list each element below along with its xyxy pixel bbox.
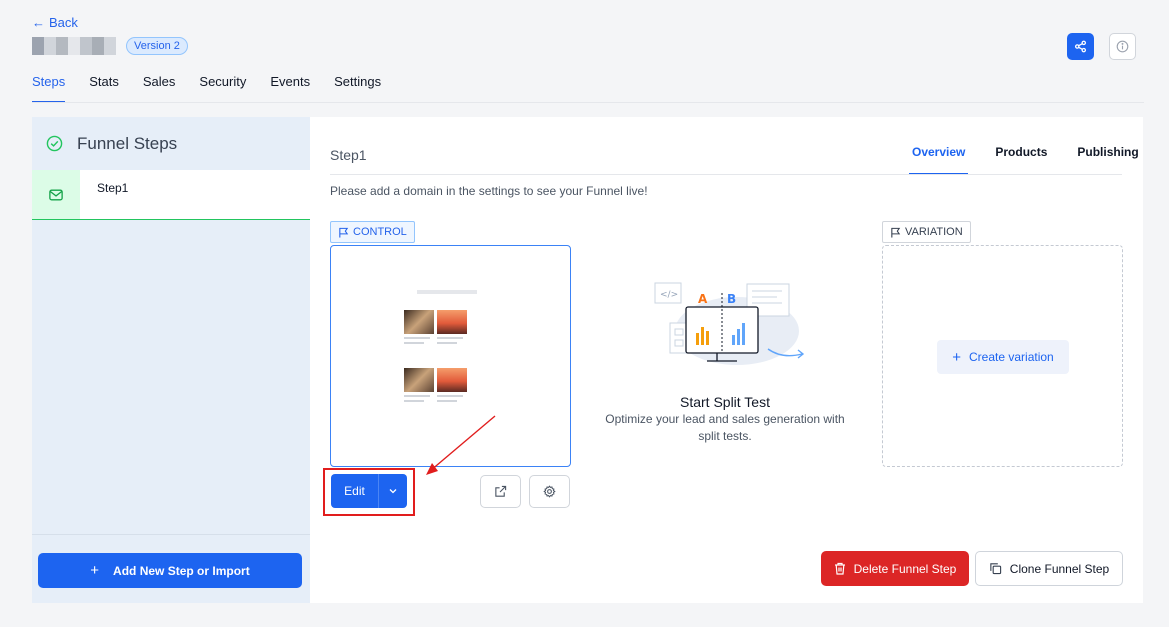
tab-steps[interactable]: Steps xyxy=(32,72,66,103)
control-page-preview[interactable] xyxy=(330,245,571,467)
tab-security[interactable]: Security xyxy=(199,72,246,103)
svg-text:</>: </> xyxy=(660,290,678,300)
edit-button[interactable]: Edit xyxy=(331,474,378,508)
tab-stats[interactable]: Stats xyxy=(89,72,119,103)
copy-icon xyxy=(990,563,1001,575)
plus-icon: + xyxy=(90,562,100,579)
step-detail-panel: Step1 Overview Products Publishing Pleas… xyxy=(310,117,1143,603)
domain-notice: Please add a domain in the settings to s… xyxy=(330,184,648,198)
sidebar-header: Funnel Steps xyxy=(32,117,310,170)
tab-events[interactable]: Events xyxy=(270,72,310,103)
share-button[interactable] xyxy=(1067,33,1094,60)
delete-label: Delete Funnel Step xyxy=(853,561,957,576)
tab-settings[interactable]: Settings xyxy=(334,72,381,103)
share-icon xyxy=(1074,40,1087,53)
open-external-button[interactable] xyxy=(480,475,521,508)
add-step-label: Add New Step or Import xyxy=(113,563,250,578)
step-settings-button[interactable] xyxy=(529,475,570,508)
funnel-nav-tabs: Steps Stats Sales Security Events Settin… xyxy=(32,72,405,103)
tab-sales[interactable]: Sales xyxy=(143,72,176,103)
control-tag-label: CONTROL xyxy=(353,226,407,238)
flag-icon xyxy=(339,227,349,238)
info-icon xyxy=(1116,40,1129,53)
info-button[interactable] xyxy=(1109,33,1136,60)
trash-icon xyxy=(834,562,845,575)
mail-icon xyxy=(49,189,63,200)
chevron-down-icon xyxy=(389,489,397,494)
sidebar-title: Funnel Steps xyxy=(77,133,178,153)
svg-text:B: B xyxy=(727,292,736,306)
clone-funnel-step-button[interactable]: Clone Funnel Step xyxy=(975,551,1123,586)
variation-placeholder: + Create variation xyxy=(882,245,1123,467)
page-thumbnail xyxy=(387,288,507,413)
step-icon-box xyxy=(32,170,80,219)
plus-icon: + xyxy=(952,348,962,366)
external-link-icon xyxy=(495,485,507,497)
step-title: Step1 xyxy=(330,147,367,163)
check-circle-icon xyxy=(46,135,63,152)
control-tag: CONTROL xyxy=(330,221,415,243)
delete-funnel-step-button[interactable]: Delete Funnel Step xyxy=(821,551,969,586)
create-variation-button[interactable]: + Create variation xyxy=(937,340,1069,374)
variation-tag-label: VARIATION xyxy=(905,226,963,238)
nav-divider xyxy=(32,102,1144,103)
add-step-button[interactable]: + Add New Step or Import xyxy=(38,553,302,588)
back-link[interactable]: ← Back xyxy=(32,15,78,30)
gear-icon xyxy=(543,485,556,498)
arrow-left-icon: ← xyxy=(32,15,45,30)
split-test-title: Start Split Test xyxy=(679,394,770,410)
back-label: Back xyxy=(49,15,78,30)
create-variation-label: Create variation xyxy=(969,350,1054,364)
funnel-steps-sidebar: Funnel Steps Step1 + Add New Step or Imp… xyxy=(32,117,310,603)
step-label: Step1 xyxy=(97,181,129,195)
edit-button-group: Edit xyxy=(331,474,407,508)
tab-overview[interactable]: Overview xyxy=(909,145,969,175)
clone-label: Clone Funnel Step xyxy=(1009,561,1110,576)
flag-icon xyxy=(891,227,901,238)
tab-publishing[interactable]: Publishing xyxy=(1074,145,1141,175)
edit-dropdown-button[interactable] xyxy=(379,474,407,508)
redacted-funnel-name xyxy=(32,37,116,55)
variation-tag: VARIATION xyxy=(882,221,971,243)
split-test-description: Optimize your lead and sales generation … xyxy=(605,412,845,443)
split-test-illustration-icon: </> A B xyxy=(654,282,805,365)
step-tabs: Overview Products Publishing xyxy=(909,145,1142,175)
sidebar-step-item[interactable]: Step1 xyxy=(32,170,310,220)
svg-text:A: A xyxy=(698,292,708,306)
tabs-divider xyxy=(330,174,1122,175)
tab-products[interactable]: Products xyxy=(992,145,1050,175)
funnel-title-row: Version 2 xyxy=(32,37,188,55)
sidebar-divider xyxy=(32,534,310,535)
version-badge: Version 2 xyxy=(126,37,188,55)
